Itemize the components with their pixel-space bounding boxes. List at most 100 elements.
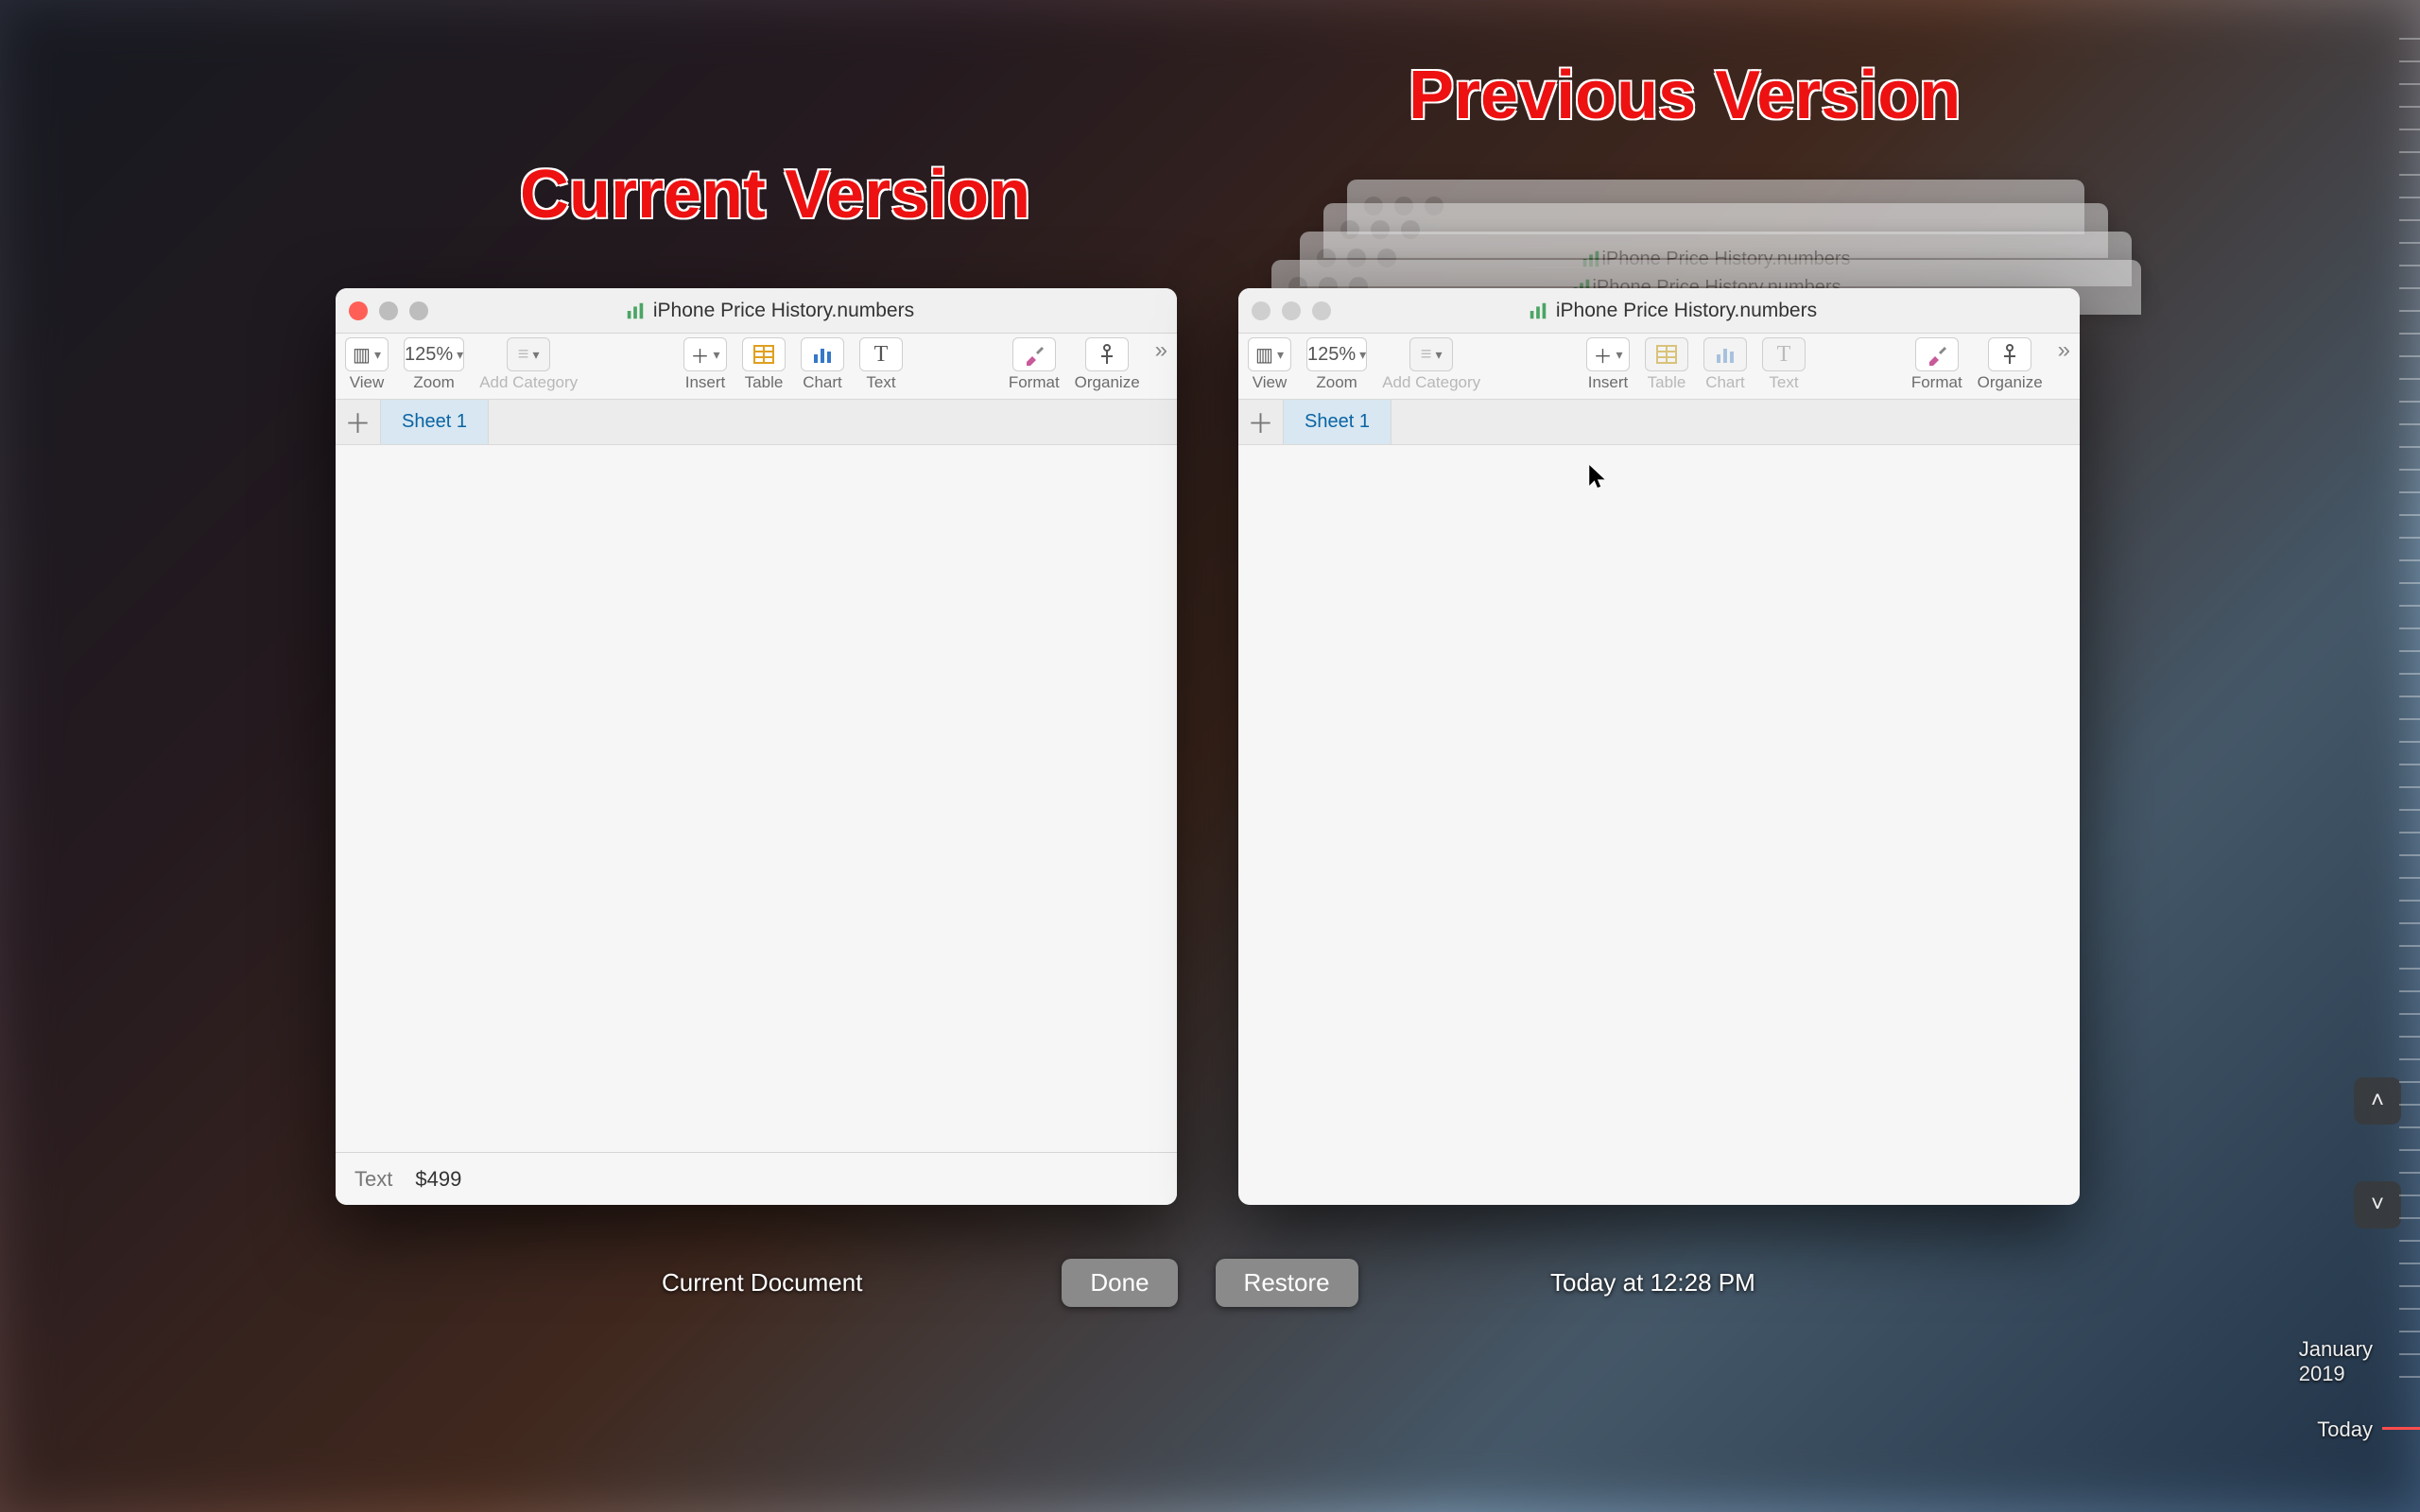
maximize-button[interactable] bbox=[409, 301, 428, 320]
timeline-tick[interactable] bbox=[2399, 333, 2420, 335]
timeline-tick[interactable] bbox=[2399, 559, 2420, 561]
sheet-tab[interactable]: Sheet 1 bbox=[381, 400, 489, 444]
add-category-button[interactable]: ≡▾ bbox=[507, 337, 550, 371]
timeline-tick[interactable] bbox=[2399, 696, 2420, 697]
toolbar-label-chart: Chart bbox=[803, 373, 842, 392]
timeline-tick[interactable] bbox=[2399, 968, 2420, 970]
format-button[interactable] bbox=[1012, 337, 1056, 371]
timeline-tick[interactable] bbox=[2399, 38, 2420, 40]
timeline-tick[interactable] bbox=[2399, 945, 2420, 947]
version-timeline[interactable]: January 2019 Today bbox=[2382, 0, 2420, 1512]
timeline-tick[interactable] bbox=[2399, 197, 2420, 198]
text-button[interactable]: T bbox=[1762, 337, 1806, 371]
timeline-tick[interactable] bbox=[2399, 1353, 2420, 1355]
timeline-tick[interactable] bbox=[2399, 1081, 2420, 1083]
timeline-tick[interactable] bbox=[2399, 786, 2420, 788]
timeline-tick[interactable] bbox=[2399, 174, 2420, 176]
timeline-tick[interactable] bbox=[2399, 1058, 2420, 1060]
timeline-tick[interactable] bbox=[2399, 514, 2420, 516]
add-sheet-button[interactable]: ＋ bbox=[336, 400, 381, 444]
timeline-tick[interactable] bbox=[2399, 922, 2420, 924]
timeline-tick[interactable] bbox=[2399, 718, 2420, 720]
minimize-button[interactable] bbox=[379, 301, 398, 320]
organize-button[interactable] bbox=[1988, 337, 2031, 371]
timeline-tick[interactable] bbox=[2399, 1308, 2420, 1310]
timeline-tick[interactable] bbox=[2399, 854, 2420, 856]
timeline-tick[interactable] bbox=[2399, 741, 2420, 743]
timeline-tick[interactable] bbox=[2399, 446, 2420, 448]
format-button[interactable] bbox=[1915, 337, 1959, 371]
window-title: iPhone Price History.numbers bbox=[428, 300, 1111, 322]
zoom-menu-button[interactable]: 125%▾ bbox=[404, 337, 464, 371]
timeline-tick[interactable] bbox=[2399, 1194, 2420, 1196]
timeline-tick[interactable] bbox=[2399, 83, 2420, 85]
titlebar[interactable]: iPhone Price History.numbers bbox=[1238, 288, 2080, 334]
timeline-tick[interactable] bbox=[2399, 1149, 2420, 1151]
organize-button[interactable] bbox=[1085, 337, 1129, 371]
timeline-tick[interactable] bbox=[2399, 1013, 2420, 1015]
titlebar[interactable]: iPhone Price History.numbers bbox=[336, 288, 1177, 334]
add-sheet-button[interactable]: ＋ bbox=[1238, 400, 1284, 444]
restore-button[interactable]: Restore bbox=[1216, 1259, 1358, 1307]
timeline-tick[interactable] bbox=[2399, 764, 2420, 765]
timeline-tick[interactable] bbox=[2399, 1036, 2420, 1038]
close-button[interactable] bbox=[1252, 301, 1270, 320]
formula-bar[interactable]: Text $499 bbox=[336, 1152, 1177, 1205]
timeline-tick[interactable] bbox=[2399, 310, 2420, 312]
timeline-tick[interactable] bbox=[2399, 423, 2420, 425]
timeline-tick[interactable] bbox=[2399, 900, 2420, 902]
timeline-tick[interactable] bbox=[2399, 378, 2420, 380]
timeline-tick[interactable] bbox=[2399, 1126, 2420, 1128]
timeline-tick[interactable] bbox=[2399, 1104, 2420, 1106]
maximize-button[interactable] bbox=[1312, 301, 1331, 320]
timeline-tick[interactable] bbox=[2399, 990, 2420, 992]
timeline-tick[interactable] bbox=[2399, 627, 2420, 629]
timeline-tick[interactable] bbox=[2399, 129, 2420, 130]
text-button[interactable]: T bbox=[859, 337, 903, 371]
timeline-tick[interactable] bbox=[2399, 1376, 2420, 1378]
insert-button[interactable]: ＋▾ bbox=[1586, 337, 1630, 371]
timeline-tick[interactable] bbox=[2399, 60, 2420, 62]
zoom-menu-button[interactable]: 125%▾ bbox=[1306, 337, 1367, 371]
timeline-tick[interactable] bbox=[2399, 605, 2420, 607]
timeline-tick[interactable] bbox=[2399, 650, 2420, 652]
table-button[interactable] bbox=[1645, 337, 1688, 371]
timeline-tick[interactable] bbox=[2399, 582, 2420, 584]
view-menu-button[interactable]: ▥▾ bbox=[1248, 337, 1291, 371]
timeline-tick[interactable] bbox=[2399, 401, 2420, 403]
close-button[interactable] bbox=[349, 301, 368, 320]
timeline-tick[interactable] bbox=[2399, 219, 2420, 221]
chart-button[interactable] bbox=[801, 337, 844, 371]
timeline-tick[interactable] bbox=[2399, 151, 2420, 153]
timeline-tick[interactable] bbox=[2399, 106, 2420, 108]
add-category-button[interactable]: ≡▾ bbox=[1409, 337, 1453, 371]
chart-button[interactable] bbox=[1703, 337, 1747, 371]
timeline-tick[interactable] bbox=[2399, 673, 2420, 675]
timeline-tick[interactable] bbox=[2399, 1172, 2420, 1174]
timeline-label-today: Today bbox=[2317, 1418, 2373, 1442]
timeline-tick[interactable] bbox=[2399, 265, 2420, 266]
timeline-tick[interactable] bbox=[2399, 1263, 2420, 1264]
timeline-tick[interactable] bbox=[2399, 1240, 2420, 1242]
timeline-tick[interactable] bbox=[2399, 469, 2420, 471]
timeline-tick[interactable] bbox=[2399, 832, 2420, 833]
insert-button[interactable]: ＋▾ bbox=[683, 337, 727, 371]
toolbar-label-add-category: Add Category bbox=[1382, 373, 1480, 392]
toolbar-overflow-button[interactable]: » bbox=[1155, 337, 1167, 364]
view-menu-button[interactable]: ▥▾ bbox=[345, 337, 389, 371]
minimize-button[interactable] bbox=[1282, 301, 1301, 320]
timeline-tick[interactable] bbox=[2399, 355, 2420, 357]
timeline-tick[interactable] bbox=[2399, 877, 2420, 879]
timeline-tick[interactable] bbox=[2399, 242, 2420, 244]
toolbar-overflow-button[interactable]: » bbox=[2058, 337, 2070, 364]
done-button[interactable]: Done bbox=[1062, 1259, 1177, 1307]
timeline-tick[interactable] bbox=[2399, 1285, 2420, 1287]
timeline-tick[interactable] bbox=[2399, 491, 2420, 493]
timeline-tick[interactable] bbox=[2399, 1331, 2420, 1332]
timeline-tick[interactable] bbox=[2399, 809, 2420, 811]
timeline-tick[interactable] bbox=[2399, 287, 2420, 289]
table-button[interactable] bbox=[742, 337, 786, 371]
timeline-tick[interactable] bbox=[2399, 1217, 2420, 1219]
timeline-tick[interactable] bbox=[2399, 537, 2420, 539]
sheet-tab[interactable]: Sheet 1 bbox=[1284, 400, 1392, 444]
